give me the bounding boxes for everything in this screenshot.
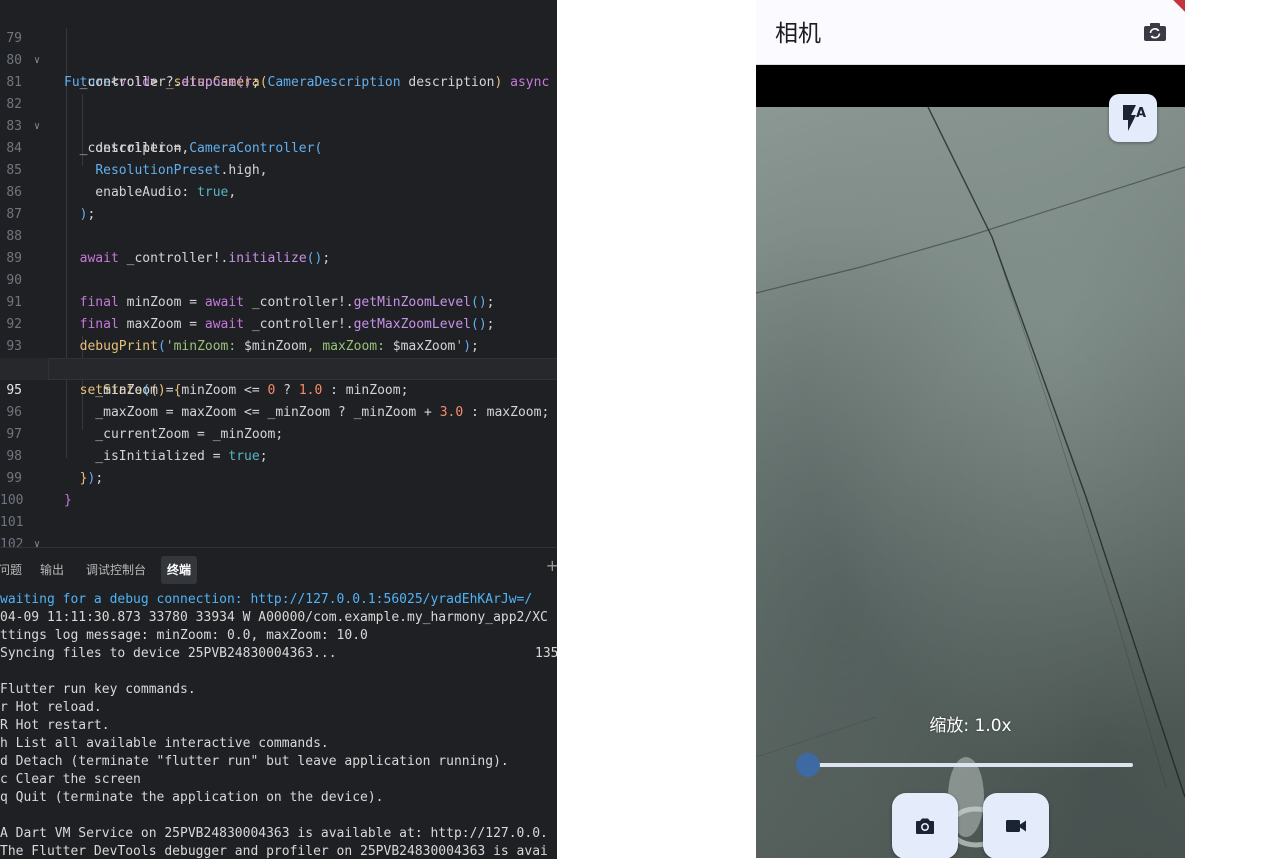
- code-line[interactable]: 88 await _controller!.initialize();: [0, 204, 557, 266]
- app-bar: 相机: [756, 0, 1185, 65]
- sync-time: 135: [535, 646, 557, 661]
- code-line[interactable]: 86 );: [0, 160, 557, 222]
- camera-flip-icon: [1141, 23, 1169, 50]
- terminal-line: The Flutter DevTools debugger and profil…: [0, 844, 548, 859]
- panel-tab-bar: 问题 输出 调试控制台 终端: [0, 556, 557, 584]
- tab-output[interactable]: 输出: [34, 556, 70, 584]
- code-line[interactable]: 79 ∨ Future<void> _setupCamera(CameraDes…: [0, 6, 557, 90]
- terminal-line: q Quit (terminate the application on the…: [0, 790, 384, 805]
- terminal-line: Syncing files to device 25PVB24830004363…: [0, 646, 337, 661]
- code-line[interactable]: 83 description,: [0, 94, 557, 156]
- terminal-line: 04-09 11:11:30.873 33780 33934 W A00000/…: [0, 610, 548, 625]
- phone-screen: 相机 A 缩放: 1.0x: [756, 0, 1185, 858]
- code-line[interactable]: 97 _isInitialized = true;: [0, 402, 557, 464]
- code-line[interactable]: 81: [0, 50, 557, 90]
- tab-debug-console[interactable]: 调试控制台: [80, 556, 152, 584]
- zoom-slider-track[interactable]: [808, 763, 1133, 767]
- add-terminal-icon[interactable]: +: [546, 556, 557, 575]
- tab-terminal[interactable]: 终端: [161, 556, 198, 584]
- code-line[interactable]: 87: [0, 182, 557, 222]
- zoom-slider-thumb[interactable]: [796, 753, 820, 777]
- camera-preview[interactable]: A: [756, 94, 1185, 858]
- preview-texture: [756, 107, 1185, 848]
- terminal-line: c Clear the screen: [0, 772, 141, 787]
- code-editor[interactable]: 79 ∨ Future<void> _setupCamera(CameraDes…: [0, 0, 557, 547]
- terminal-line: d Detach (terminate "flutter run" but le…: [0, 754, 509, 769]
- terminal-line: ttings log message: minZoom: 0.0, maxZoo…: [0, 628, 368, 643]
- code-line[interactable]: 101 ∨ void _switchCamera() {: [0, 490, 557, 547]
- terminal-line: waiting for a debug connection: http://1…: [0, 592, 533, 607]
- take-photo-button[interactable]: [892, 793, 958, 858]
- code-line[interactable]: 89: [0, 226, 557, 266]
- terminal-line: R Hot restart.: [0, 718, 110, 733]
- code-line[interactable]: 100: [0, 468, 557, 508]
- page-title: 相机: [775, 21, 821, 47]
- zoom-level-label: 缩放: 1.0x: [929, 716, 1012, 736]
- code-line[interactable]: 92 debugPrint('minZoom: $minZoom, maxZoo…: [0, 292, 557, 354]
- tab-problems[interactable]: 问题: [0, 556, 28, 584]
- code-line[interactable]: 80 _controller?.dispose();: [0, 28, 557, 90]
- code-line[interactable]: 85 enableAudio: true,: [0, 138, 557, 200]
- bottom-panel: 问题 输出 调试控制台 终端 + waiting for a debug con…: [0, 547, 557, 859]
- code-line[interactable]: 93 ∨ setState(() {: [0, 314, 557, 398]
- code-line[interactable]: 84 ResolutionPreset.high,: [0, 116, 557, 178]
- code-line[interactable]: 91 final maxZoom = await _controller!.ge…: [0, 270, 557, 332]
- code-line[interactable]: 103 _cameraIndex = (_cameraIndex + 1) % …: [0, 534, 557, 547]
- record-video-button[interactable]: [983, 793, 1049, 858]
- code-line[interactable]: 90 final minZoom = await _controller!.ge…: [0, 248, 557, 310]
- terminal-line: A Dart VM Service on 25PVB24830004363 is…: [0, 826, 548, 841]
- flash-button[interactable]: A: [1109, 94, 1157, 142]
- code-line[interactable]: 82 ∨ _controller = CameraController(: [0, 72, 557, 156]
- code-line[interactable]: 102 if (_cameras == null || _cameras!.le…: [0, 512, 557, 547]
- switch-camera-button[interactable]: [1141, 18, 1169, 46]
- code-line[interactable]: 96 _currentZoom = _minZoom;: [0, 380, 557, 442]
- terminal-line: r Hot reload.: [0, 700, 102, 715]
- code-line[interactable]: 98 });: [0, 424, 557, 486]
- terminal-line: Flutter run key commands.: [0, 682, 196, 697]
- code-line[interactable]: 94 _minZoom = minZoom <= 0 ? 1.0 : minZo…: [0, 336, 557, 398]
- code-line-current[interactable]: 95 _maxZoom = maxZoom <= _minZoom ? _min…: [0, 358, 557, 420]
- code-line[interactable]: 99 }: [0, 446, 557, 508]
- terminal-line: h List all available interactive command…: [0, 736, 329, 751]
- svg-text:A: A: [1136, 106, 1146, 121]
